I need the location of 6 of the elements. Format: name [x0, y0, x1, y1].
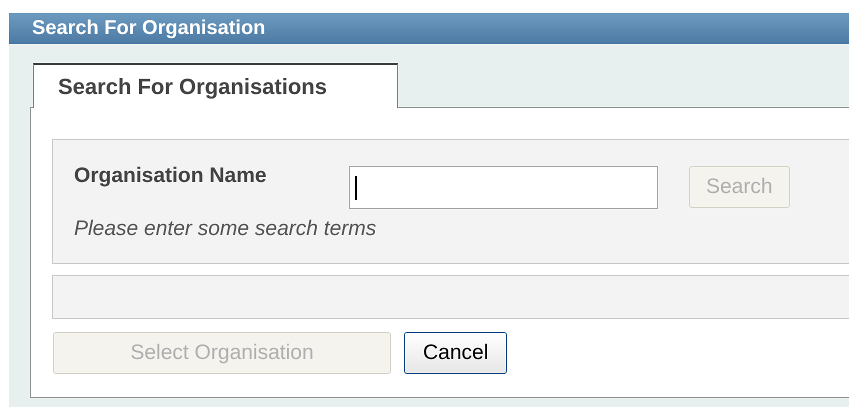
input-field[interactable]	[349, 166, 658, 209]
field-label: Organisation Name	[74, 164, 268, 188]
tab[interactable]: Search For Organisations	[33, 63, 398, 108]
window-title: Search For Organisation	[9, 13, 849, 44]
hint-text: Please enter some search terms	[74, 217, 378, 241]
dialog-button[interactable]: Cancel	[404, 332, 508, 374]
